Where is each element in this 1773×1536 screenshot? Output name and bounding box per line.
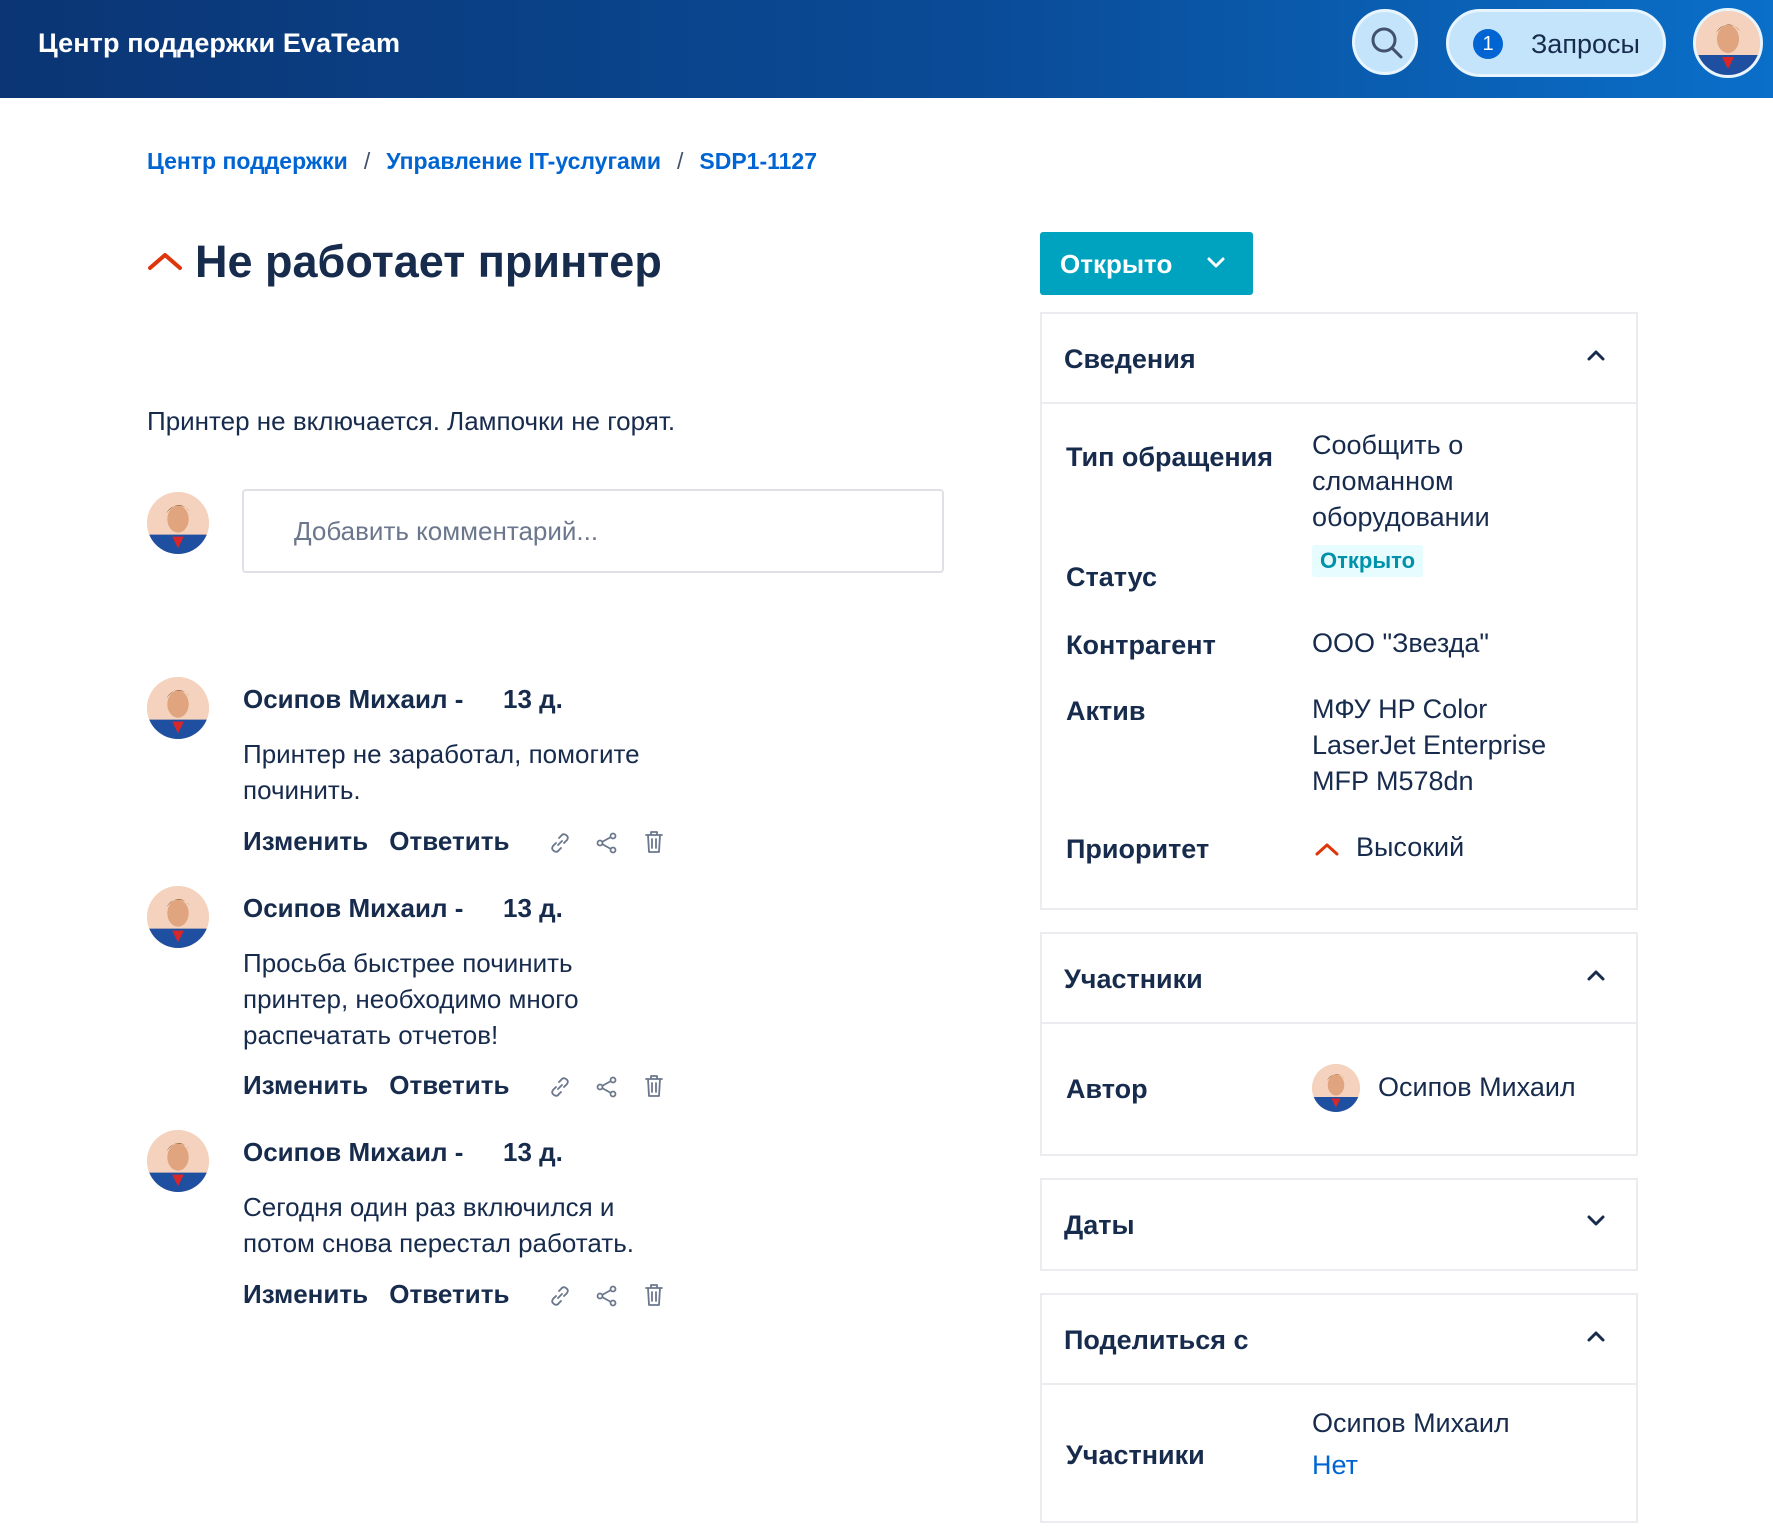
type-label: Тип обращения xyxy=(1066,442,1274,472)
details-panel-header[interactable]: Сведения xyxy=(1042,314,1636,404)
comment-actions: Изменить Ответить xyxy=(243,1279,665,1310)
breadcrumb-separator: / xyxy=(363,148,371,174)
comment-author[interactable]: Осипов Михаил - xyxy=(243,1137,463,1168)
breadcrumb-separator: / xyxy=(676,148,684,174)
participants-panel-title: Участники xyxy=(1064,964,1203,994)
search-icon xyxy=(1371,27,1403,59)
counterparty-label: Контрагент xyxy=(1066,630,1216,660)
avatar-image xyxy=(1696,11,1760,75)
asset-label: Актив xyxy=(1066,696,1146,726)
share-panel-title: Поделиться с xyxy=(1064,1325,1249,1355)
priority-high-icon xyxy=(1315,843,1339,856)
status-dropdown-button[interactable]: Открыто xyxy=(1040,232,1253,295)
participants-panel-header[interactable]: Участники xyxy=(1042,934,1636,1024)
comment-body: Просьба быстрее починить принтер, необхо… xyxy=(243,948,579,1050)
priority-high-icon xyxy=(148,253,182,270)
avatar xyxy=(147,492,209,554)
status-badge: Открыто xyxy=(1312,545,1424,577)
breadcrumb-support-center[interactable]: Центр поддержки xyxy=(147,148,348,174)
user-avatar[interactable] xyxy=(1693,8,1763,78)
chevron-up-icon[interactable] xyxy=(1586,968,1606,982)
author-label: Автор xyxy=(1066,1074,1148,1104)
reply-comment-button[interactable]: Ответить xyxy=(389,1279,509,1309)
search-button[interactable] xyxy=(1352,9,1418,75)
priority-value: Высокий xyxy=(1356,832,1465,862)
comment-item: Осипов Михаил - 13 д. Просьба быстрее по… xyxy=(147,893,867,1103)
comment-body: Сегодня один раз включился и потом снова… xyxy=(243,1192,634,1258)
details-panel-title: Сведения xyxy=(1064,344,1196,374)
page-title: Не работает принтер xyxy=(195,236,662,287)
details-panel: Сведения Тип обращения Сообщить о сломан… xyxy=(1040,312,1638,910)
asset-value: МФУ HP Color LaserJet Enterprise MFP M57… xyxy=(1312,694,1547,796)
comment-author[interactable]: Осипов Михаил - xyxy=(243,893,463,924)
chevron-down-icon xyxy=(1207,257,1225,268)
breadcrumb-it-services[interactable]: Управление IT-услугами xyxy=(386,148,661,174)
edit-comment-button[interactable]: Изменить xyxy=(243,1070,368,1100)
comment-item: Осипов Михаил - 13 д. Принтер не заработ… xyxy=(147,684,867,864)
trash-icon[interactable] xyxy=(643,830,665,854)
requests-button[interactable]: 1 Запросы xyxy=(1446,9,1666,77)
share-icon[interactable] xyxy=(596,832,618,854)
link-icon[interactable] xyxy=(549,832,571,854)
comment-time: 13 д. xyxy=(503,893,563,923)
type-value: Сообщить о сломанном оборудовании xyxy=(1312,430,1490,532)
comment-item: Осипов Михаил - 13 д. Сегодня один раз в… xyxy=(147,1137,867,1317)
chevron-up-icon[interactable] xyxy=(1586,1329,1606,1343)
reply-comment-button[interactable]: Ответить xyxy=(389,1070,509,1100)
issue-description: Принтер не включается. Лампочки не горят… xyxy=(147,406,676,436)
share-icon[interactable] xyxy=(596,1076,618,1098)
priority-label: Приоритет xyxy=(1066,834,1210,864)
avatar-image xyxy=(1312,1064,1360,1112)
brand-title[interactable]: Центр поддержки EvaTeam xyxy=(38,28,400,59)
comment-time: 13 д. xyxy=(503,1137,563,1167)
breadcrumb: Центр поддержки / Управление IT-услугами / S… xyxy=(147,148,817,175)
status-button-label: Открыто xyxy=(1060,249,1173,279)
edit-comment-button[interactable]: Изменить xyxy=(243,1279,368,1309)
participants-panel: Участники Автор Осипов Михаил xyxy=(1040,932,1638,1156)
comment-author[interactable]: Осипов Михаил - xyxy=(243,684,463,715)
edit-comment-button[interactable]: Изменить xyxy=(243,826,368,856)
status-label: Статус xyxy=(1066,562,1157,592)
link-icon[interactable] xyxy=(549,1285,571,1307)
share-panel-header[interactable]: Поделиться с xyxy=(1042,1295,1636,1385)
dates-panel-title: Даты xyxy=(1064,1210,1135,1240)
dates-panel-header[interactable]: Даты xyxy=(1042,1180,1636,1268)
comment-actions: Изменить Ответить xyxy=(243,1070,665,1101)
comment-input[interactable] xyxy=(242,489,944,573)
share-participant-name: Осипов Михаил xyxy=(1312,1408,1510,1438)
avatar-image xyxy=(147,492,209,554)
share-none-link[interactable]: Нет xyxy=(1312,1447,1612,1483)
requests-count-badge: 1 xyxy=(1473,29,1503,59)
author-name[interactable]: Осипов Михаил xyxy=(1378,1069,1678,1105)
comment-time: 13 д. xyxy=(503,684,563,714)
avatar xyxy=(1312,1064,1360,1112)
chevron-down-icon[interactable] xyxy=(1586,1214,1606,1228)
breadcrumb-issue-key[interactable]: SDP1-1127 xyxy=(699,148,817,174)
comment-body: Принтер не заработал, помогите починить. xyxy=(243,739,640,805)
top-header: Центр поддержки EvaTeam 1 Запросы xyxy=(0,0,1773,98)
link-icon[interactable] xyxy=(549,1076,571,1098)
dates-panel: Даты xyxy=(1040,1178,1638,1271)
trash-icon[interactable] xyxy=(643,1074,665,1098)
share-icon[interactable] xyxy=(596,1285,618,1307)
share-panel: Поделиться с Участники Осипов Михаил Нет xyxy=(1040,1293,1638,1523)
reply-comment-button[interactable]: Ответить xyxy=(389,826,509,856)
trash-icon[interactable] xyxy=(643,1283,665,1307)
requests-label: Запросы xyxy=(1531,29,1640,59)
counterparty-value: ООО "Звезда" xyxy=(1312,628,1490,658)
share-participants-label: Участники xyxy=(1066,1440,1205,1470)
chevron-up-icon[interactable] xyxy=(1586,348,1606,362)
comment-actions: Изменить Ответить xyxy=(243,826,665,857)
